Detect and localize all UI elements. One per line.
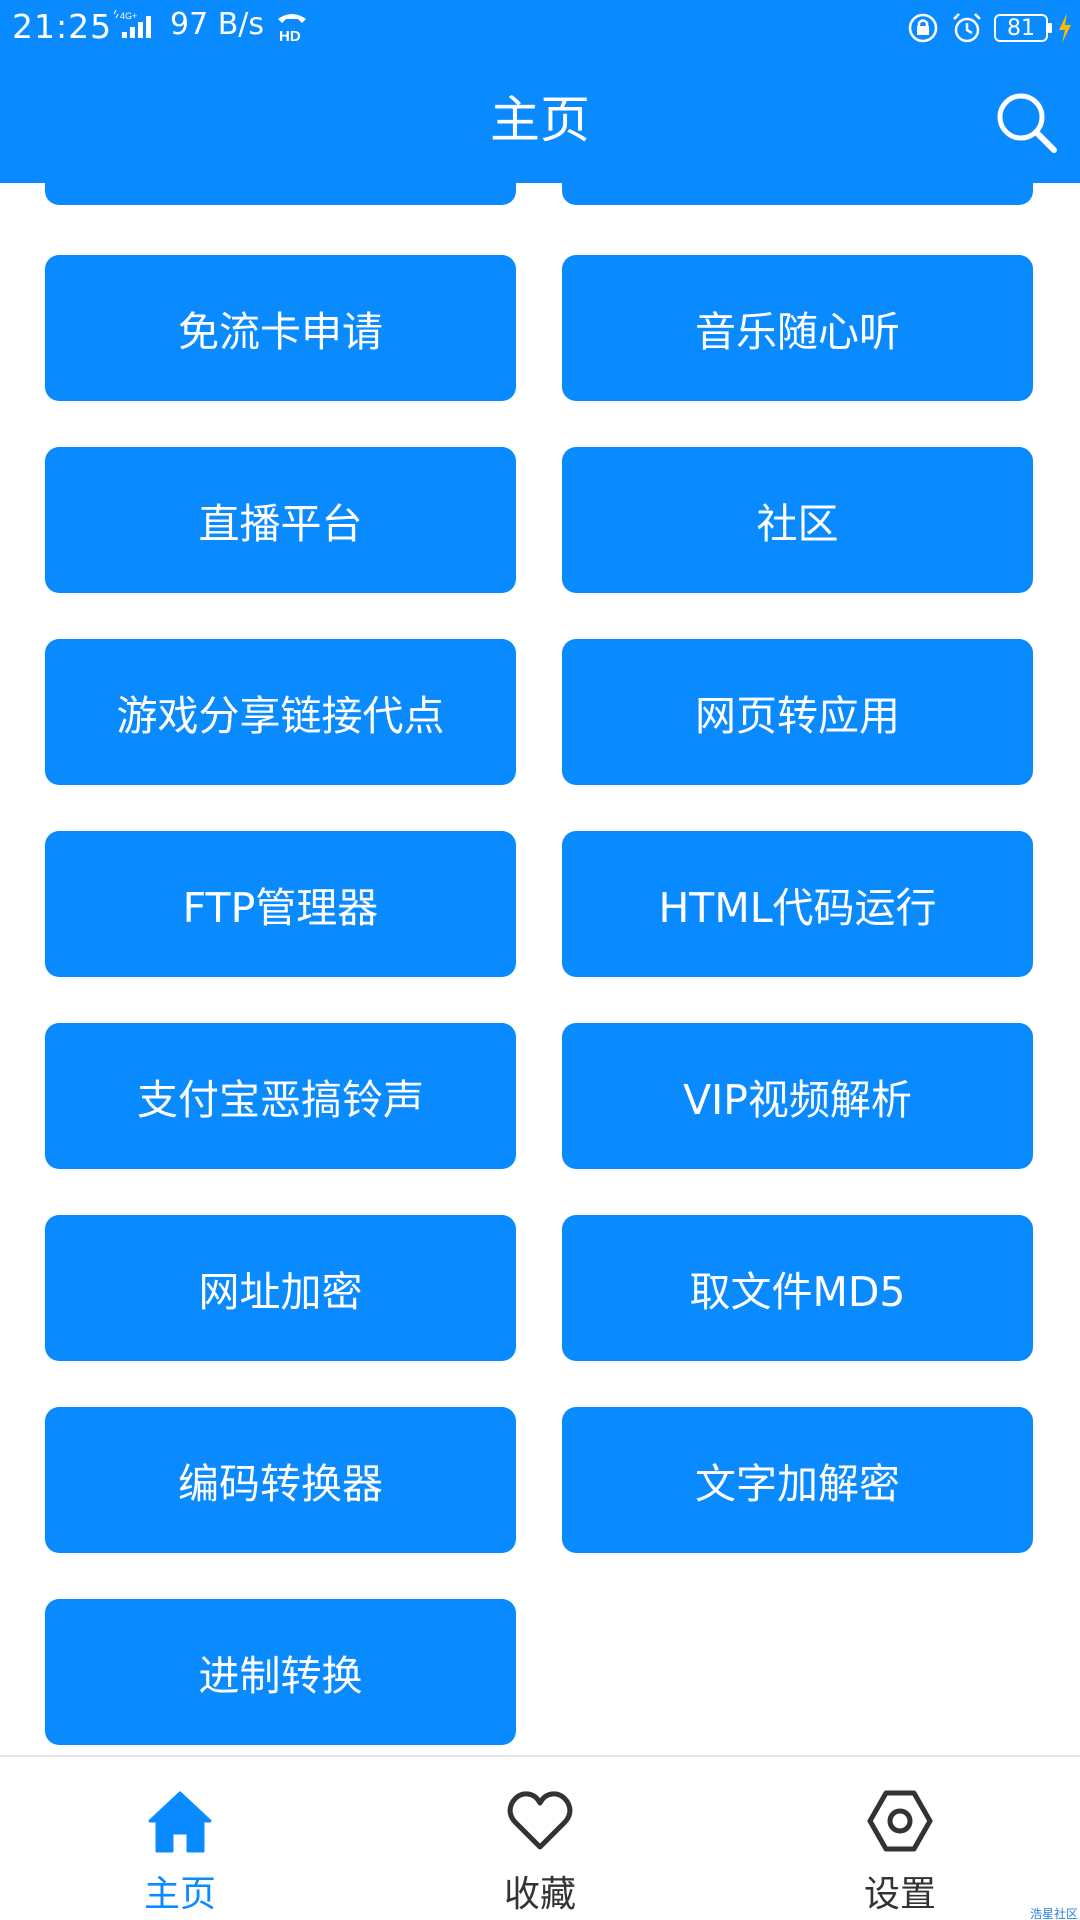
nav-favorites[interactable]: 收藏	[360, 1757, 720, 1920]
search-icon	[997, 93, 1057, 153]
feature-grid[interactable]: 免流卡申请 音乐随心听 直播平台 社区 游戏分享链接代点 网页转应用 FTP管理…	[0, 183, 1080, 1755]
tile-web-to-app[interactable]: 网页转应用	[562, 639, 1033, 785]
page-title: 主页	[490, 91, 590, 149]
tile-vip-video-parse[interactable]: VIP视频解析	[562, 1023, 1033, 1169]
nav-home[interactable]: 主页	[0, 1757, 360, 1920]
rotation-lock-icon	[908, 13, 938, 43]
alarm-icon	[953, 13, 981, 43]
tile-url-encrypt[interactable]: 网址加密	[45, 1215, 516, 1361]
tile-text-crypt[interactable]: 文字加解密	[562, 1407, 1033, 1553]
tile-community[interactable]: 社区	[562, 447, 1033, 593]
home-icon	[148, 1791, 212, 1853]
charging-icon	[1059, 13, 1071, 43]
tile-file-md5[interactable]: 取文件MD5	[562, 1215, 1033, 1361]
watermark: 浩星社区	[1029, 1907, 1078, 1920]
nav-settings[interactable]: 设置	[720, 1757, 1080, 1920]
tile-encoding-converter[interactable]: 编码转换器	[45, 1407, 516, 1553]
network-type-label: 4G+	[120, 11, 137, 21]
tile-free-data-card[interactable]: 免流卡申请	[45, 255, 516, 401]
settings-icon	[867, 1790, 933, 1852]
battery-level: 81	[1007, 15, 1035, 41]
bottom-navigation: 主页 收藏 设置 浩星社区	[0, 1755, 1080, 1920]
tile-ftp-manager[interactable]: FTP管理器	[45, 831, 516, 977]
tile-alipay-ringtone[interactable]: 支付宝恶搞铃声	[45, 1023, 516, 1169]
tile-html-runner[interactable]: HTML代码运行	[562, 831, 1033, 977]
hd-call-icon: HD	[278, 14, 306, 43]
screen: 21:25 4G+ 97 B/s HD 81 主页 免流卡申请 音乐随心听 直播…	[0, 0, 1080, 1920]
network-speed: 97 B/s	[170, 7, 265, 42]
tile-base-converter[interactable]: 进制转换	[45, 1599, 516, 1745]
status-time: 21:25	[12, 7, 113, 46]
tile-live-platform[interactable]: 直播平台	[45, 447, 516, 593]
battery-indicator: 81	[994, 14, 1052, 42]
status-icons: 81	[906, 8, 1072, 48]
status-bar: 21:25 4G+ 97 B/s HD 81	[0, 0, 1080, 54]
partial-tile-right[interactable]	[562, 183, 1033, 205]
nav-favorites-label: 收藏	[503, 1874, 576, 1915]
partial-tile-left[interactable]	[45, 183, 516, 205]
tile-game-link-clicker[interactable]: 游戏分享链接代点	[45, 639, 516, 785]
nav-home-label: 主页	[143, 1874, 216, 1915]
hd-badge-label: HD	[279, 28, 301, 43]
tile-music[interactable]: 音乐随心听	[562, 255, 1033, 401]
header: 21:25 4G+ 97 B/s HD 81 主页	[0, 0, 1080, 183]
nav-settings-label: 设置	[863, 1874, 936, 1915]
signal-icon: 4G+	[113, 10, 151, 38]
search-button[interactable]	[992, 88, 1060, 156]
heart-icon	[507, 1791, 573, 1850]
